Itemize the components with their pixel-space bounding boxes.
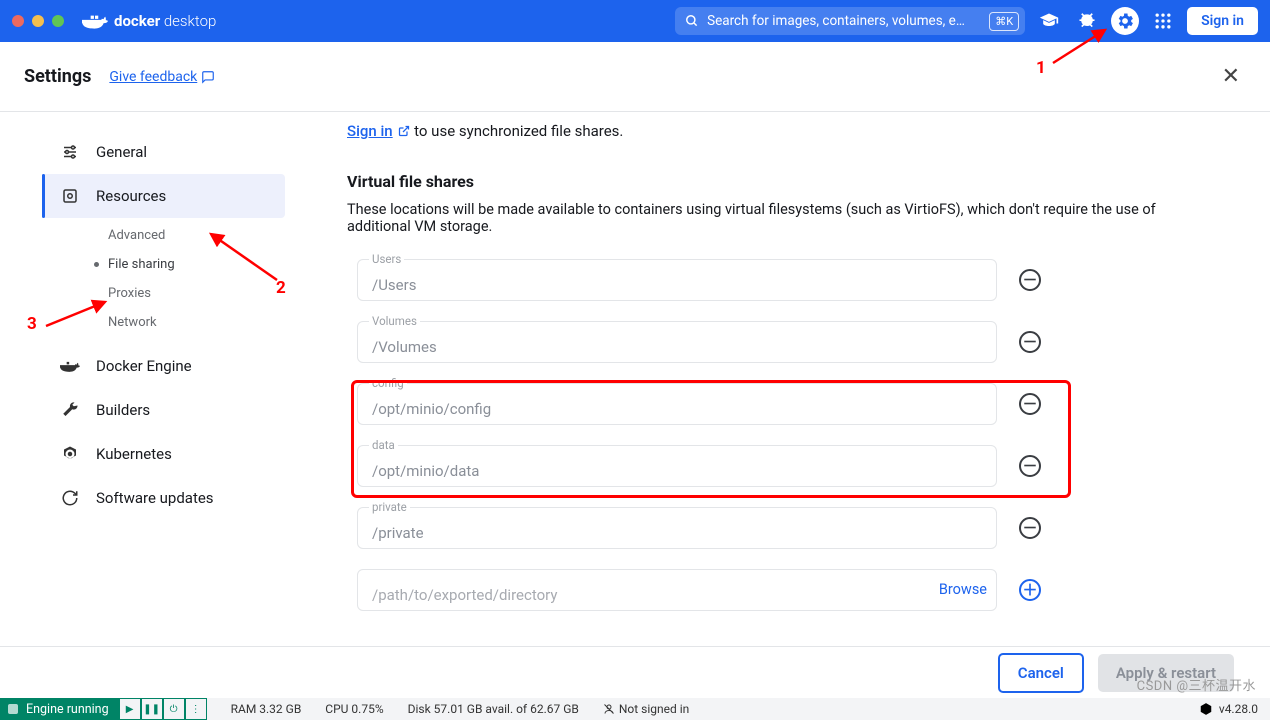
play-button[interactable]: ▶ [119,698,141,720]
feedback-icon [201,70,215,84]
sidebar-item-docker-engine[interactable]: Docker Engine [42,344,285,388]
sidebar-label: General [96,143,147,161]
helm-icon [60,444,80,464]
sidebar-label: Software updates [96,489,214,507]
learn-icon[interactable] [1035,7,1063,35]
brand-light: desktop [160,12,216,30]
status-signed-in: Not signed in [603,702,689,716]
search-shortcut: ⌘K [989,12,1019,31]
share-row-private: private － [357,507,1220,549]
share-path-input[interactable] [357,259,997,301]
status-ram: RAM 3.32 GB [231,702,302,716]
settings-sidebar: General Resources Advanced File sharing … [0,112,295,646]
sliders-icon [60,142,80,162]
share-label: Users [369,252,404,266]
status-bar: Engine running ▶ ❚❚ ⏻ ⋮ RAM 3.32 GB CPU … [0,698,1270,720]
page-title: Settings [24,66,91,87]
sidebar-item-kubernetes[interactable]: Kubernetes [42,432,285,476]
give-feedback-link[interactable]: Give feedback [109,69,215,85]
sidebar-label: Builders [96,401,150,419]
remove-share-button[interactable]: － [1019,331,1041,353]
file-shares-list: Users － Volumes － config － data － privat… [357,259,1220,611]
sidebar-item-software-updates[interactable]: Software updates [42,476,285,520]
status-cpu: CPU 0.75% [325,702,383,716]
minimize-window-dot[interactable] [32,15,44,27]
close-settings-button[interactable]: ✕ [1222,64,1240,89]
settings-gear-icon[interactable] [1111,7,1139,35]
power-button[interactable]: ⏻ [163,698,185,720]
apps-grid-icon[interactable] [1149,7,1177,35]
remove-share-button[interactable]: － [1019,455,1041,477]
remove-share-button[interactable]: － [1019,517,1041,539]
search-icon [685,14,699,28]
subnav-proxies[interactable]: Proxies [108,282,285,305]
sync-prompt: Sign in to use synchronized file shares. [347,122,1230,140]
share-label: config [369,376,407,390]
docker-logo-icon [82,10,108,32]
share-path-input[interactable] [357,445,997,487]
share-label: Volumes [369,314,420,328]
brand-bold: docker [114,12,160,30]
subnav-file-sharing[interactable]: File sharing [108,253,285,276]
brand: docker desktop [82,10,216,32]
subnav-advanced[interactable]: Advanced [108,224,285,247]
external-link-icon [398,125,410,137]
remove-share-button[interactable]: － [1019,393,1041,415]
resources-subnav: Advanced File sharing Proxies Network [108,218,285,344]
sidebar-item-general[interactable]: General [42,130,285,174]
sidebar-label: Resources [96,187,166,205]
share-label: private [369,500,410,514]
share-path-input[interactable] [357,383,997,425]
engine-controls[interactable]: ▶ ❚❚ ⏻ ⋮ [119,698,207,720]
whale-icon [60,356,80,376]
close-window-dot[interactable] [12,15,24,27]
share-row-users: Users － [357,259,1220,301]
status-version: v4.28.0 [1199,702,1258,716]
watermark: CSDN @三杯温开水 [1137,675,1256,694]
action-bar: Cancel Apply & restart [0,646,1270,698]
database-icon [60,186,80,206]
search-input[interactable]: Search for images, containers, volumes, … [675,7,1025,35]
sidebar-label: Kubernetes [96,445,172,463]
section-title: Virtual file shares [347,172,1230,191]
more-button[interactable]: ⋮ [185,698,207,720]
maximize-window-dot[interactable] [52,15,64,27]
share-path-input[interactable] [357,507,997,549]
share-row-volumes: Volumes － [357,321,1220,363]
update-badge-icon [1199,702,1213,716]
subnav-network[interactable]: Network [108,311,285,334]
sidebar-item-builders[interactable]: Builders [42,388,285,432]
share-label: data [369,438,398,452]
share-row-data: data － [357,445,1220,487]
settings-content: Sign in to use synchronized file shares.… [295,112,1270,646]
sidebar-label: Docker Engine [96,357,192,375]
wrench-icon [60,400,80,420]
signin-link[interactable]: Sign in [347,122,393,140]
status-disk: Disk 57.01 GB avail. of 62.67 GB [408,702,579,716]
share-path-input[interactable] [357,321,997,363]
signin-button[interactable]: Sign in [1187,7,1258,35]
titlebar: docker desktop Search for images, contai… [0,0,1270,42]
add-share-input[interactable] [357,569,997,611]
update-icon [60,488,80,508]
engine-status[interactable]: Engine running [0,698,119,720]
cancel-button[interactable]: Cancel [998,653,1084,693]
page-header: Settings Give feedback ✕ [0,42,1270,112]
sidebar-item-resources[interactable]: Resources [42,174,285,218]
add-share-button[interactable]: ＋ [1019,579,1041,601]
share-row-config: config － [357,383,1220,425]
pause-button[interactable]: ❚❚ [141,698,163,720]
window-controls[interactable] [12,15,64,27]
remove-share-button[interactable]: － [1019,269,1041,291]
share-row-add: Browse ＋ [357,569,1220,611]
browse-button[interactable]: Browse [939,581,987,598]
bug-icon[interactable] [1073,7,1101,35]
section-description: These locations will be made available t… [347,201,1167,235]
search-placeholder: Search for images, containers, volumes, … [707,13,981,29]
